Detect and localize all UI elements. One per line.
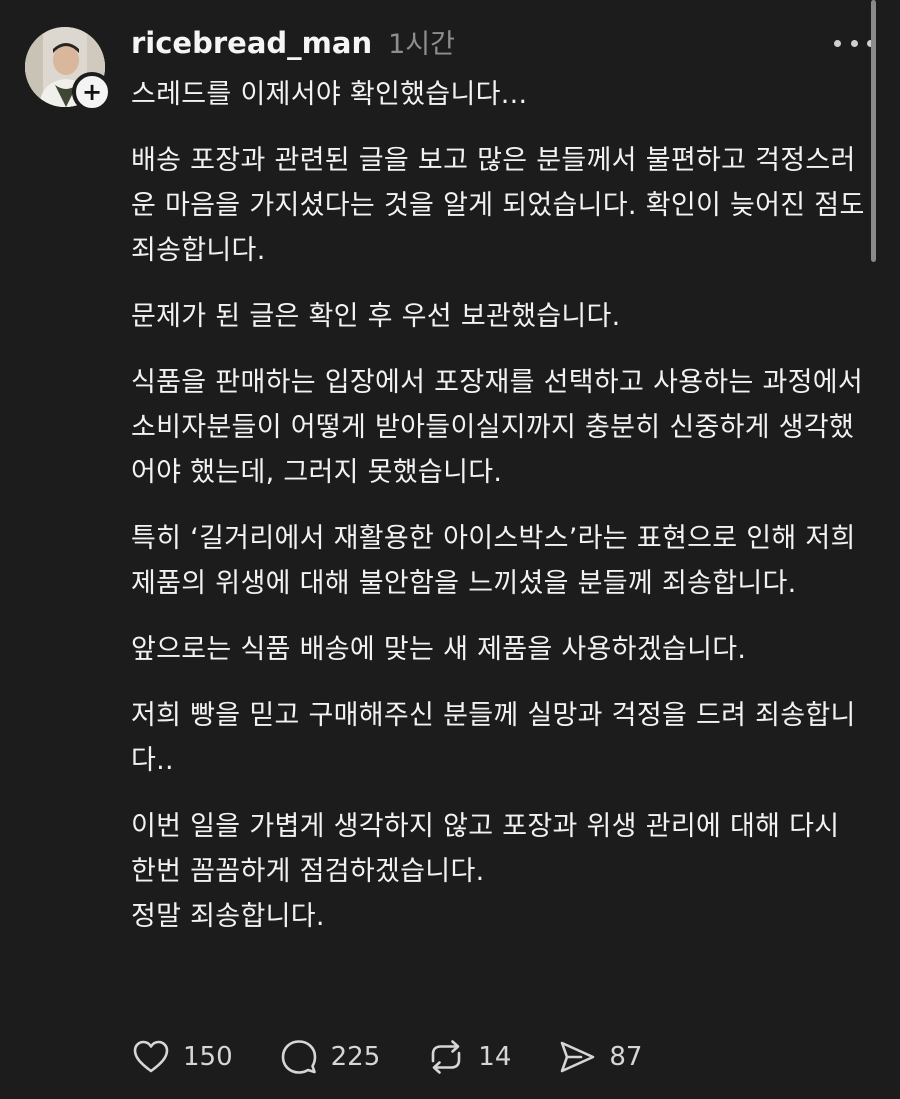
post-header: ricebread_man 1시간 bbox=[131, 22, 455, 62]
post-paragraph: 정말 죄송합니다. bbox=[131, 901, 325, 932]
heart-icon bbox=[133, 1040, 169, 1073]
post-paragraph: 저희 빵을 믿고 구매해주신 분들께 실망과 걱정을 드려 죄송합니다.. bbox=[131, 700, 856, 776]
share-count: 87 bbox=[609, 1042, 643, 1072]
comment-count: 225 bbox=[330, 1042, 381, 1072]
like-button[interactable]: 150 bbox=[131, 1037, 233, 1077]
more-dot bbox=[834, 39, 841, 47]
post-actions: 150 225 14 87 bbox=[131, 1036, 688, 1078]
comment-bubble-icon bbox=[281, 1040, 316, 1074]
post-paragraph: 배송 포장과 관련된 글을 보고 많은 분들께서 불편하고 걱정스러운 마음을 … bbox=[131, 145, 865, 266]
scrollbar[interactable] bbox=[871, 0, 876, 262]
follow-button[interactable]: + bbox=[72, 72, 112, 112]
share-button[interactable]: 87 bbox=[557, 1037, 642, 1077]
username[interactable]: ricebread_man bbox=[131, 26, 372, 60]
like-count: 150 bbox=[183, 1042, 233, 1072]
post-paragraph: 이번 일을 가볍게 생각하지 않고 포장과 위생 관리에 대해 다시 한번 꼼꼼… bbox=[131, 811, 840, 887]
thread-post: + ricebread_man 1시간 스레드를 이제서야 확인했습니다... … bbox=[0, 0, 900, 1099]
post-paragraph: 식품을 판매하는 입장에서 포장재를 선택하고 사용하는 과정에서 소비자분들이… bbox=[131, 367, 864, 488]
post-paragraph: 문제가 된 글은 확인 후 우선 보관했습니다. bbox=[131, 301, 621, 332]
more-dot bbox=[850, 39, 858, 47]
more-options-button[interactable] bbox=[834, 36, 874, 50]
post-paragraph: 앞으로는 식품 배송에 맞는 새 제품을 사용하겠습니다. bbox=[131, 634, 747, 665]
send-icon bbox=[561, 1041, 595, 1073]
timestamp: 1시간 bbox=[388, 29, 455, 60]
plus-icon: + bbox=[81, 78, 103, 106]
repost-count: 14 bbox=[478, 1042, 512, 1072]
post-paragraph: 특히 ‘길거리에서 재활용한 아이스박스’라는 표현으로 인해 저희 제품의 위… bbox=[131, 523, 856, 599]
repost-icon bbox=[431, 1040, 461, 1074]
repost-button[interactable]: 14 bbox=[426, 1037, 511, 1077]
comment-button[interactable]: 225 bbox=[279, 1037, 381, 1077]
post-paragraph: 스레드를 이제서야 확인했습니다... bbox=[131, 79, 528, 110]
post-body: 스레드를 이제서야 확인했습니다... 배송 포장과 관련된 글을 보고 많은 … bbox=[131, 72, 866, 939]
